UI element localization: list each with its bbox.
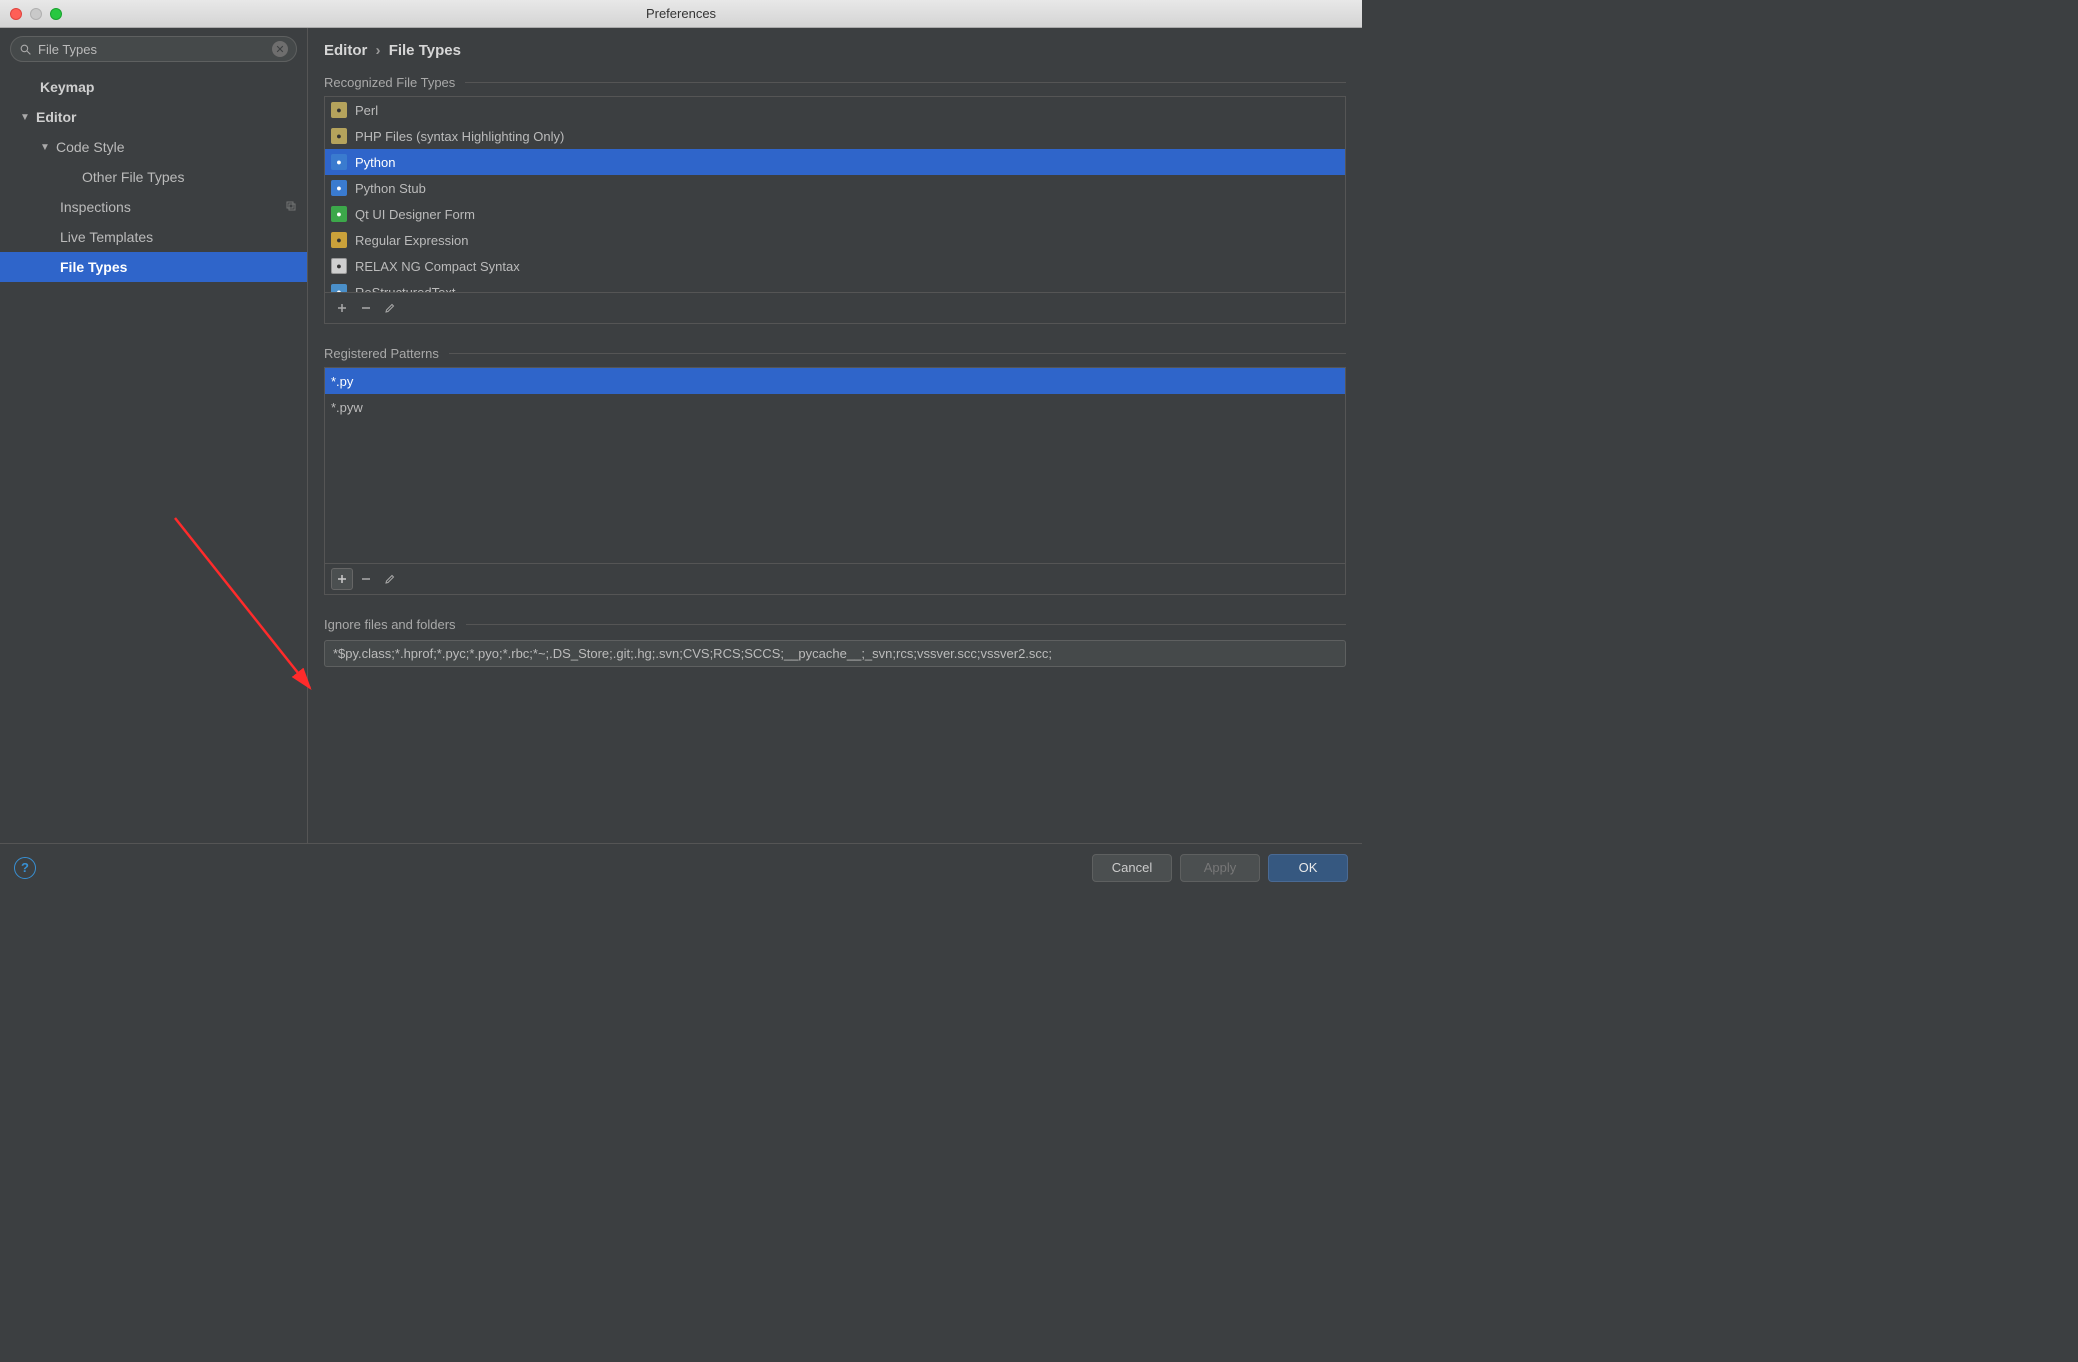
file-type-label: RELAX NG Compact Syntax [355,259,520,274]
file-type-label: Python [355,155,395,170]
file-type-row[interactable]: ● Python Stub [325,175,1345,201]
file-type-icon: ● [331,128,347,144]
sidebar-item-label: File Types [60,259,127,275]
sidebar-item-label: Other File Types [82,169,184,185]
titlebar: Preferences [0,0,1362,28]
recognized-file-types-label: Recognized File Types [324,75,1346,90]
pattern-row[interactable]: *.pyw [325,394,1345,420]
cancel-button[interactable]: Cancel [1092,854,1172,882]
minimize-window-button[interactable] [30,8,42,20]
file-type-label: Perl [355,103,378,118]
file-type-icon: ● [331,102,347,118]
file-type-row[interactable]: ● Regular Expression [325,227,1345,253]
sidebar-item-editor[interactable]: ▼ Editor [0,102,307,132]
sidebar-item-label: Inspections [60,199,131,215]
ok-button[interactable]: OK [1268,854,1348,882]
ignore-files-input[interactable] [324,640,1346,667]
file-type-icon: ● [331,232,347,248]
remove-pattern-button[interactable] [355,568,377,590]
preferences-window: Preferences ✕ Keymap ▼ Editor ▼ Code Style Ot… [0,0,1362,891]
copy-icon [285,199,297,215]
file-type-label: Qt UI Designer Form [355,207,475,222]
sidebar-item-live-templates[interactable]: Live Templates [0,222,307,252]
file-type-icon: ● [331,180,347,196]
breadcrumb: Editor › File Types [324,42,1346,59]
footer: ? Cancel Apply OK [0,843,1362,891]
file-type-row[interactable]: ● Python [325,149,1345,175]
registered-patterns-list[interactable]: *.py *.pyw [324,367,1346,595]
registered-patterns-label: Registered Patterns [324,346,1346,361]
breadcrumb-current: File Types [389,42,461,59]
file-type-icon: ● [331,154,347,170]
file-type-label: PHP Files (syntax Highlighting Only) [355,129,564,144]
apply-button[interactable]: Apply [1180,854,1260,882]
window-title: Preferences [10,6,1352,21]
file-type-label: Regular Expression [355,233,468,248]
file-type-row[interactable]: ● Qt UI Designer Form [325,201,1345,227]
file-types-toolbar [325,292,1345,323]
pattern-label: *.py [331,374,353,389]
add-pattern-button[interactable] [331,568,353,590]
search-box[interactable]: ✕ [10,36,297,62]
sidebar-item-code-style[interactable]: ▼ Code Style [0,132,307,162]
file-type-row[interactable]: ● ReStructuredText [325,279,1345,292]
sidebar-item-file-types[interactable]: File Types [0,252,307,282]
file-type-icon: ● [331,258,347,274]
file-type-icon: ● [331,206,347,222]
file-type-icon: ● [331,284,347,292]
edit-pattern-button[interactable] [379,568,401,590]
main-panel: Editor › File Types Recognized File Type… [308,28,1362,843]
edit-file-type-button[interactable] [379,297,401,319]
chevron-down-icon: ▼ [40,142,52,153]
file-type-row[interactable]: ● PHP Files (syntax Highlighting Only) [325,123,1345,149]
window-controls [10,8,62,20]
sidebar-item-inspections[interactable]: Inspections [0,192,307,222]
settings-tree[interactable]: Keymap ▼ Editor ▼ Code Style Other File Types… [0,70,307,843]
pattern-row[interactable]: *.py [325,368,1345,394]
recognized-file-types-list[interactable]: ● Perl ● PHP Files (syntax Highlighting Onl… [324,96,1346,324]
file-type-row[interactable]: ● Perl [325,97,1345,123]
breadcrumb-parent: Editor [324,42,367,59]
sidebar-item-label: Editor [36,109,76,125]
add-file-type-button[interactable] [331,297,353,319]
search-icon [19,43,32,56]
content-area: ✕ Keymap ▼ Editor ▼ Code Style Other File Typ… [0,28,1362,843]
ignore-files-label: Ignore files and folders [324,617,1346,632]
search-input[interactable] [38,42,272,57]
breadcrumb-separator-icon: › [376,42,381,59]
sidebar-item-label: Keymap [40,79,94,95]
sidebar-item-keymap[interactable]: Keymap [0,72,307,102]
file-type-label: ReStructuredText [355,285,455,293]
file-type-label: Python Stub [355,181,426,196]
sidebar-item-other-file-types[interactable]: Other File Types [0,162,307,192]
sidebar-item-label: Code Style [56,139,124,155]
chevron-down-icon: ▼ [20,112,32,123]
maximize-window-button[interactable] [50,8,62,20]
patterns-toolbar [325,563,1345,594]
sidebar: ✕ Keymap ▼ Editor ▼ Code Style Other File Typ… [0,28,308,843]
pattern-label: *.pyw [331,400,363,415]
file-type-row[interactable]: ● RELAX NG Compact Syntax [325,253,1345,279]
close-window-button[interactable] [10,8,22,20]
help-button[interactable]: ? [14,857,36,879]
remove-file-type-button[interactable] [355,297,377,319]
clear-search-icon[interactable]: ✕ [272,41,288,57]
sidebar-item-label: Live Templates [60,229,153,245]
